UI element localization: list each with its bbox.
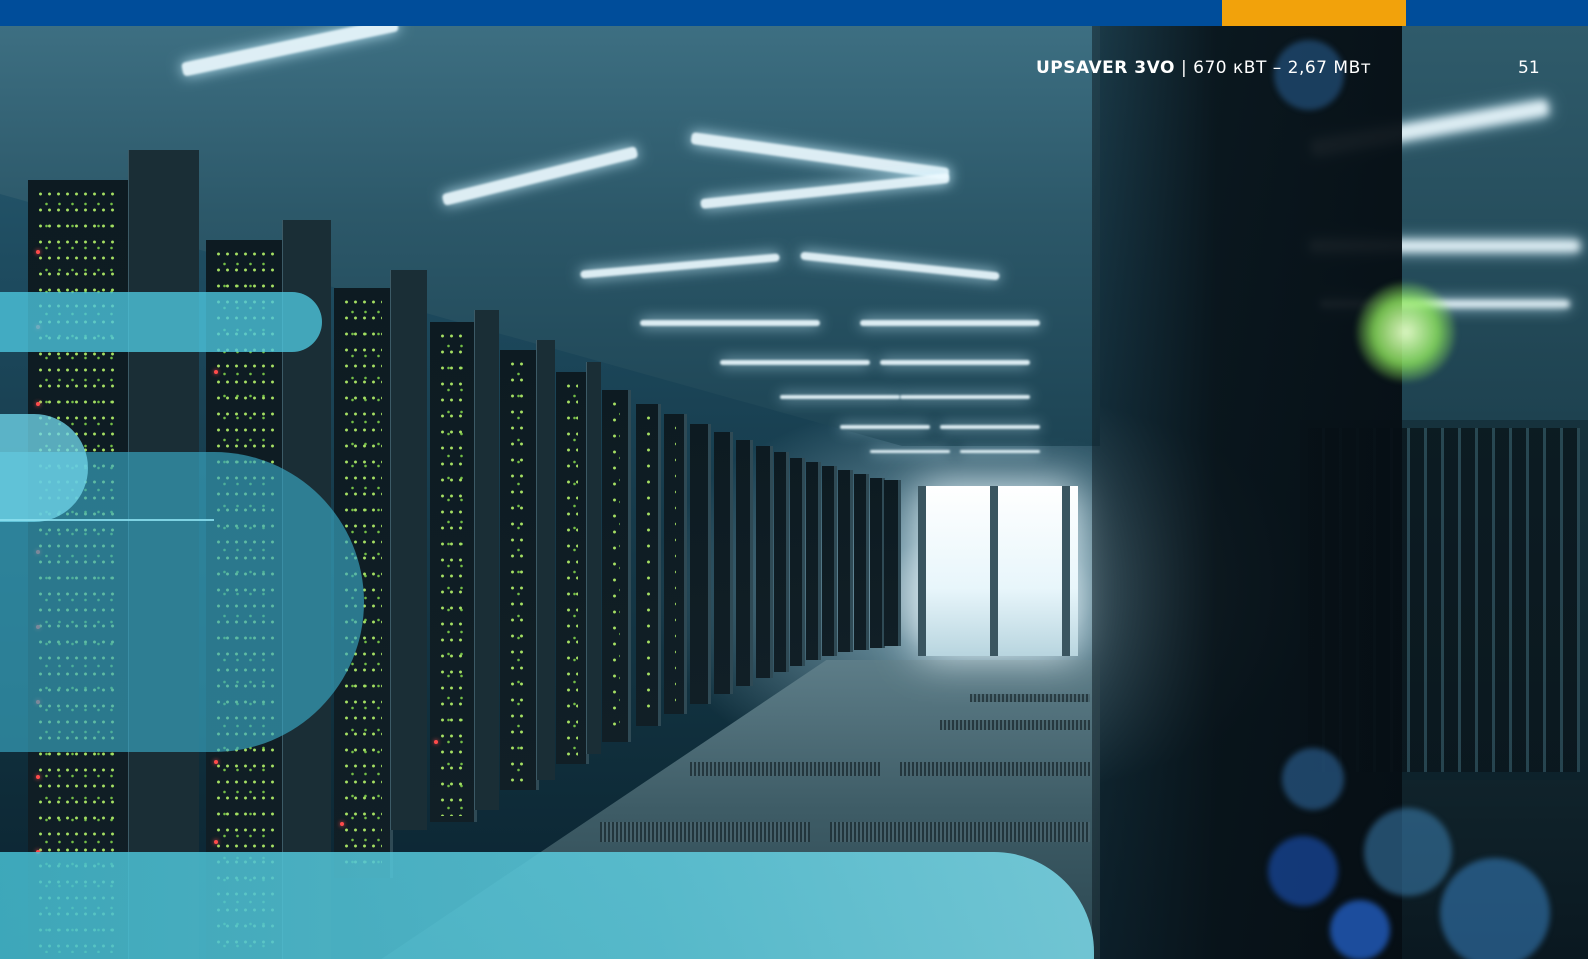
door-frame [990, 486, 998, 656]
blurred-foreground-column [1092, 26, 1402, 959]
product-name: UPSAVER 3VO [1036, 58, 1175, 78]
door-frame [1062, 486, 1070, 656]
status-led [36, 775, 40, 779]
server-rack [774, 452, 789, 672]
server-rack [690, 424, 711, 704]
status-led [434, 740, 438, 744]
server-rack [636, 404, 661, 726]
ceiling-light [870, 450, 950, 453]
corridor-end-door [918, 486, 1078, 656]
decorative-pill-bar [0, 292, 322, 352]
bokeh-light [1330, 900, 1390, 959]
floor-grate [900, 762, 1090, 776]
floor-grate [970, 694, 1090, 702]
bokeh-light [1440, 858, 1550, 959]
server-rack [602, 390, 631, 742]
bokeh-light [1268, 836, 1338, 906]
server-rack [790, 458, 805, 666]
door-frame [918, 486, 926, 656]
server-rack [736, 440, 753, 686]
ceiling-light [900, 395, 1030, 399]
floor-grate [940, 720, 1090, 730]
power-range: 670 кВТ – 2,67 МВт [1193, 58, 1372, 78]
status-led [36, 250, 40, 254]
header-separator: | [1180, 58, 1188, 78]
ceiling-light [640, 320, 820, 326]
running-header: UPSAVER 3VO | 670 кВТ – 2,67 МВт [1036, 58, 1408, 82]
ceiling-light [860, 320, 1040, 326]
server-rack [756, 446, 773, 678]
server-rack [854, 474, 869, 650]
floor-grate [830, 822, 1090, 842]
accent-block [1222, 0, 1406, 26]
server-rack [556, 372, 589, 764]
brochure-page: UPSAVER 3VO | 670 кВТ – 2,67 МВт 51 [0, 0, 1588, 959]
status-led [214, 760, 218, 764]
server-rack [870, 478, 885, 648]
server-rack [714, 432, 733, 694]
ceiling-light [880, 360, 1030, 365]
rack-post [474, 310, 499, 810]
page-number: 51 [1518, 58, 1540, 78]
rack-post [536, 340, 555, 780]
bokeh-light [1364, 808, 1452, 896]
server-rack [430, 322, 477, 822]
bokeh-light [1356, 282, 1456, 382]
rack-post [586, 362, 601, 754]
bokeh-light [1282, 748, 1344, 810]
status-led [214, 370, 218, 374]
server-rack [822, 466, 837, 656]
decorative-bottom-band [0, 852, 1094, 959]
status-led [36, 402, 40, 406]
floor-grate [690, 762, 880, 776]
ceiling-light [780, 395, 900, 399]
ceiling-light [720, 360, 870, 365]
server-rack [838, 470, 853, 652]
rack-post [390, 270, 427, 830]
status-led [340, 822, 344, 826]
status-led [214, 840, 218, 844]
ceiling-light [840, 425, 930, 429]
server-rack [884, 480, 901, 646]
ceiling-light [940, 425, 1040, 429]
server-rack [664, 414, 687, 714]
floor-grate [600, 822, 810, 842]
ceiling-light [960, 450, 1040, 453]
server-rack [500, 350, 539, 790]
decorative-line [0, 519, 214, 521]
server-rack [806, 462, 821, 660]
